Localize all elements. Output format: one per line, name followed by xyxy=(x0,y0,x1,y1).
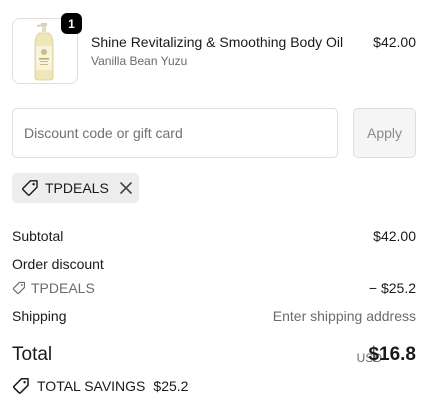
subtotal-label: Subtotal xyxy=(12,228,64,244)
discount-code-line: TPDEALS xyxy=(12,280,416,296)
discount-code-input[interactable] xyxy=(12,108,338,158)
product-variant: Vanilla Bean Yuzu xyxy=(91,54,188,68)
apply-discount-button[interactable]: Apply xyxy=(353,108,416,158)
shipping-label: Shipping xyxy=(12,308,67,324)
savings-amount: $25.2 xyxy=(153,378,189,394)
applied-discount-chip: TPDEALS xyxy=(12,173,139,203)
product-price: $42.00 xyxy=(373,34,416,50)
tag-icon xyxy=(12,377,30,395)
order-discount-row: Order discount xyxy=(12,256,416,272)
total-amount: $16.8 xyxy=(368,344,416,365)
subtotal-value: $42.00 xyxy=(373,228,416,244)
discount-value: − $25.2 xyxy=(368,280,416,296)
tag-icon xyxy=(12,281,26,295)
cart-line-item: 1 Shine Revitalizing & Smoothing Body Oi… xyxy=(12,13,416,84)
total-label: Total xyxy=(12,344,53,365)
tag-icon xyxy=(21,179,39,197)
shipping-value: Enter shipping address xyxy=(272,308,416,324)
savings-label: TOTAL SAVINGS xyxy=(37,378,146,394)
product-name: Shine Revitalizing & Smoothing Body Oil xyxy=(91,34,344,50)
discount-code-row: TPDEALS − $25.2 xyxy=(12,280,416,296)
shipping-row: Shipping Enter shipping address xyxy=(12,308,416,324)
close-icon[interactable] xyxy=(119,181,133,195)
quantity-badge: 1 xyxy=(61,13,82,34)
applied-discount-code: TPDEALS xyxy=(45,180,109,196)
discount-code-text: TPDEALS xyxy=(31,280,95,296)
order-discount-label: Order discount xyxy=(12,256,104,272)
total-savings: TOTAL SAVINGS $25.2 xyxy=(12,377,188,395)
subtotal-row: Subtotal $42.00 xyxy=(12,228,416,244)
